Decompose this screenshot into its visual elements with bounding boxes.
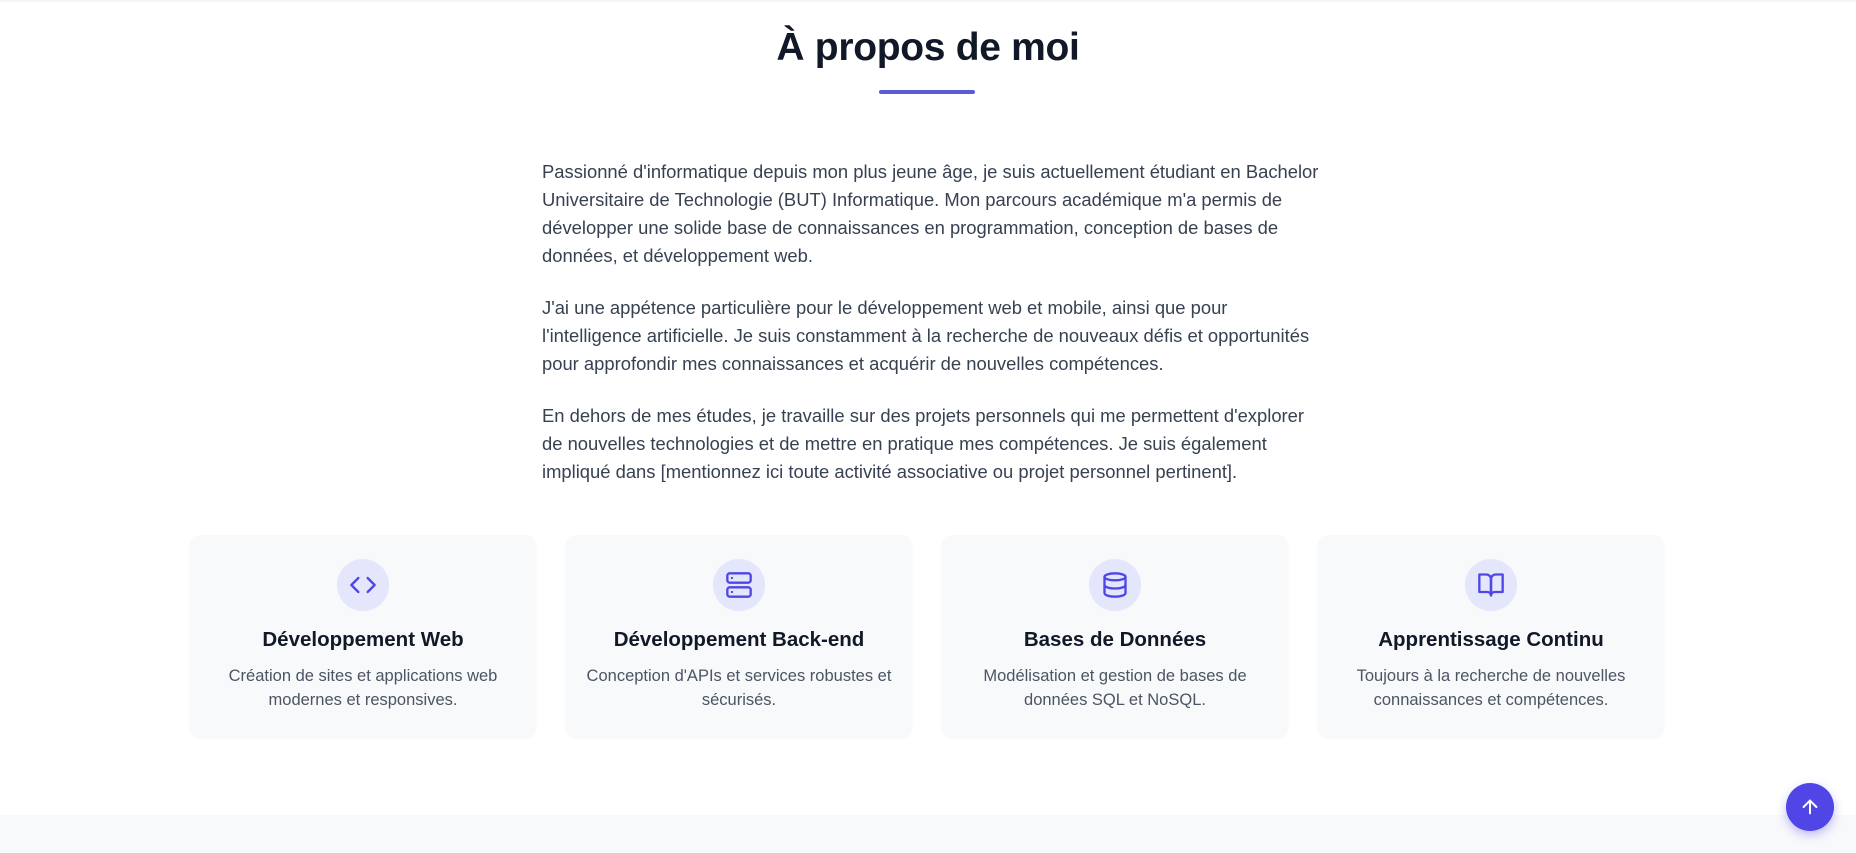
arrow-up-icon (1799, 796, 1821, 818)
code-icon (337, 559, 389, 611)
card-description: Modélisation et gestion de bases de donn… (983, 667, 1247, 709)
card-description: Conception d'APIs et services robustes e… (586, 667, 892, 709)
skill-card-learning: Apprentissage Continu Toujours à la rech… (1318, 535, 1664, 737)
card-title: Apprentissage Continu (1378, 628, 1604, 651)
about-paragraph: En dehors de mes études, je travaille su… (542, 405, 1305, 482)
card-description: Création de sites et applications web mo… (228, 667, 498, 709)
server-icon (713, 559, 765, 611)
skill-card-web: Développement Web Création de sites et a… (190, 535, 536, 737)
card-description: Toujours à la recherche de nouvelles con… (1356, 667, 1626, 709)
card-title: Bases de Données (1023, 628, 1207, 651)
section-title: À propos de moi (776, 26, 1080, 69)
skills-cards: Développement Web Création de sites et a… (190, 535, 1665, 737)
about-paragraph: Passionné d'informatique depuis mon plus… (542, 161, 1319, 266)
scroll-to-top-button[interactable] (1786, 783, 1834, 831)
title-underline (879, 90, 975, 94)
skill-card-backend: Développement Back-end Conception d'APIs… (566, 535, 912, 737)
book-open-icon (1465, 559, 1517, 611)
about-text: Passionné d'informatique depuis mon plus… (542, 158, 1322, 510)
skill-card-databases: Bases de Données Modélisation et gestion… (942, 535, 1288, 737)
card-title: Développement Web (262, 628, 464, 651)
about-paragraph: J'ai une appétence particulière pour le … (542, 297, 1310, 374)
card-title: Développement Back-end (613, 628, 865, 651)
header-shadow (0, 0, 1856, 3)
next-section (0, 815, 1856, 853)
database-icon (1089, 559, 1141, 611)
